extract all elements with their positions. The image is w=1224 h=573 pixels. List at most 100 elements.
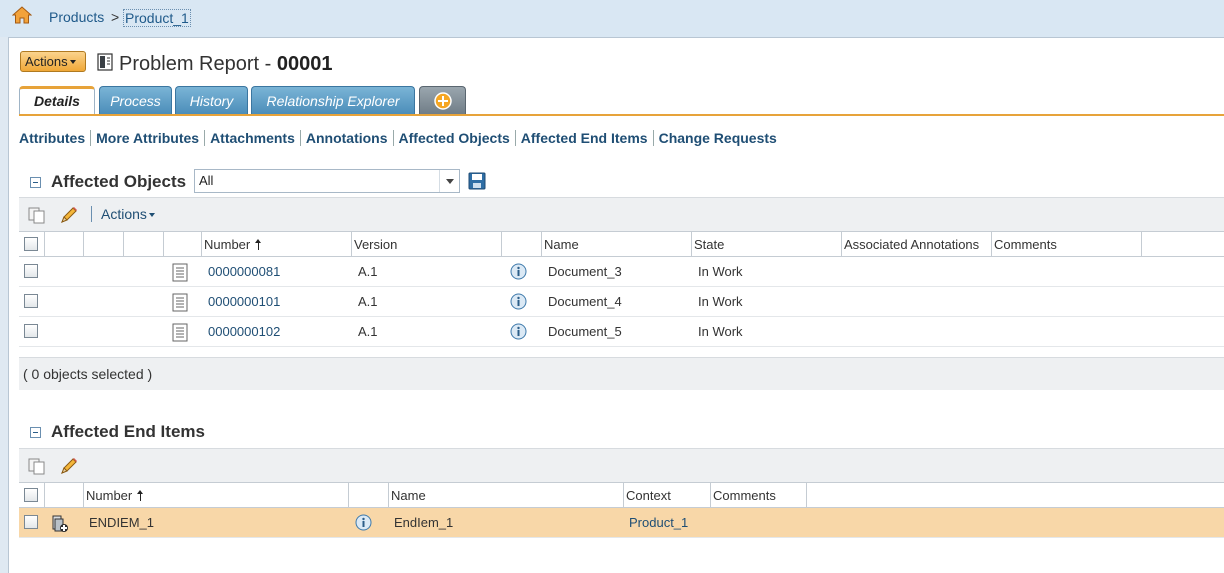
- affected-end-items-toolbar: [19, 448, 1224, 482]
- nav-change-requests[interactable]: Change Requests: [654, 130, 782, 146]
- header-version[interactable]: Version: [352, 232, 502, 258]
- row-version: A.1: [358, 264, 378, 279]
- row-version: A.1: [358, 324, 378, 339]
- nav-affected-end-items[interactable]: Affected End Items: [515, 130, 654, 146]
- copy-icon[interactable]: [27, 456, 47, 476]
- header-col-blank: [84, 232, 124, 258]
- row-checkbox[interactable]: [24, 294, 38, 308]
- chevron-down-icon: [148, 213, 155, 218]
- chevron-down-icon: [69, 60, 76, 65]
- header-number[interactable]: Number: [84, 483, 349, 509]
- actions-menu-button[interactable]: Actions: [20, 51, 86, 72]
- toolbar-divider: [91, 206, 92, 222]
- header-select-all-cell: [19, 483, 45, 509]
- dropdown-arrow-icon[interactable]: [439, 170, 459, 192]
- info-icon[interactable]: [355, 514, 372, 531]
- row-state: In Work: [698, 264, 743, 279]
- document-icon: [172, 323, 188, 342]
- header-name[interactable]: Name: [542, 232, 692, 258]
- edit-pencil-icon[interactable]: [59, 205, 79, 225]
- row-number[interactable]: ENDIEM_1: [89, 508, 154, 538]
- row-number[interactable]: 0000000081: [208, 257, 280, 287]
- tab-details[interactable]: Details: [19, 86, 95, 116]
- breadcrumb-separator: >: [111, 9, 120, 25]
- home-icon[interactable]: [12, 6, 32, 24]
- table-header: Number Version Name State Associated Ann…: [19, 231, 1224, 258]
- header-col-blank: [349, 483, 389, 509]
- selection-status: ( 0 objects selected ): [19, 357, 1224, 390]
- breadcrumb-bar: Products > Product_1: [0, 0, 1224, 37]
- document-icon: [172, 293, 188, 312]
- info-icon[interactable]: [510, 263, 527, 280]
- affected-objects-title: Affected Objects: [51, 172, 187, 191]
- tab-add[interactable]: [419, 86, 466, 115]
- nav-annotations[interactable]: Annotations: [300, 130, 394, 146]
- header-number[interactable]: Number: [202, 232, 352, 258]
- row-number[interactable]: 0000000101: [208, 287, 280, 317]
- row-checkbox[interactable]: [24, 264, 38, 278]
- info-icon[interactable]: [510, 293, 527, 310]
- section-nav: Attributes More Attributes Attachments Anno…: [19, 130, 782, 148]
- row-state: In Work: [698, 324, 743, 339]
- header-col-blank: [45, 483, 84, 509]
- collapse-affected-end-items-icon[interactable]: [30, 427, 41, 438]
- table-row[interactable]: 0000000101 A.1 Document_4 In Work: [19, 287, 1224, 317]
- affected-objects-toolbar: Actions: [19, 197, 1224, 231]
- tab-underline: [19, 114, 1224, 116]
- problem-report-icon: [97, 53, 113, 71]
- header-col-blank: [124, 232, 164, 258]
- header-state[interactable]: State: [692, 232, 842, 258]
- header-col-blank: [45, 232, 84, 258]
- add-tab-icon: [433, 92, 452, 110]
- header-number-label: Number: [204, 237, 251, 252]
- row-checkbox[interactable]: [24, 324, 38, 338]
- header-name[interactable]: Name: [389, 483, 624, 509]
- row-name: Document_5: [548, 324, 622, 339]
- actions-label: Actions: [25, 53, 68, 69]
- page-title-prefix: Problem Report -: [119, 53, 277, 75]
- row-name: EndIem_1: [394, 515, 454, 530]
- header-comments[interactable]: Comments: [711, 483, 807, 509]
- tab-history[interactable]: History: [175, 86, 248, 115]
- header-comments[interactable]: Comments: [992, 232, 1142, 258]
- nav-attachments[interactable]: Attachments: [205, 130, 301, 146]
- filter-value: All: [199, 173, 214, 188]
- table-actions-menu[interactable]: Actions: [101, 206, 155, 222]
- copy-icon[interactable]: [27, 205, 47, 225]
- tab-relationship-explorer[interactable]: Relationship Explorer: [251, 86, 415, 115]
- info-icon[interactable]: [510, 323, 527, 340]
- table-actions-label: Actions: [101, 206, 147, 222]
- nav-attributes[interactable]: Attributes: [19, 130, 92, 146]
- end-item-icon: [52, 515, 68, 532]
- save-view-icon[interactable]: [468, 172, 486, 190]
- collapse-affected-objects-icon[interactable]: [30, 177, 41, 188]
- header-context[interactable]: Context: [624, 483, 711, 509]
- table-row[interactable]: 0000000081 A.1 Document_3 In Work: [19, 257, 1224, 287]
- header-associated-annotations[interactable]: Associated Annotations: [842, 232, 992, 258]
- nav-more-attributes[interactable]: More Attributes: [91, 130, 206, 146]
- page-title: Problem Report - 00001: [119, 53, 332, 76]
- select-all-checkbox[interactable]: [24, 237, 38, 251]
- row-name: Document_3: [548, 264, 622, 279]
- edit-pencil-icon[interactable]: [59, 456, 79, 476]
- row-number[interactable]: 0000000102: [208, 317, 280, 347]
- header-col-blank: [502, 232, 542, 258]
- breadcrumb-products[interactable]: Products: [49, 9, 104, 25]
- nav-affected-objects[interactable]: Affected Objects: [393, 130, 516, 146]
- breadcrumb-product[interactable]: Product_1: [123, 9, 191, 27]
- tab-process[interactable]: Process: [99, 86, 172, 115]
- sort-ascending-icon: [255, 239, 262, 250]
- table-header: Number Name Context Comments: [19, 482, 1224, 509]
- table-row[interactable]: 0000000102 A.1 Document_5 In Work: [19, 317, 1224, 347]
- affected-end-items-title: Affected End Items: [51, 422, 205, 441]
- row-checkbox[interactable]: [24, 515, 38, 529]
- row-context[interactable]: Product_1: [629, 508, 688, 538]
- header-col-blank: [164, 232, 202, 258]
- header-number-label: Number: [86, 488, 133, 503]
- affected-objects-filter-select[interactable]: All: [194, 169, 460, 193]
- header-select-all-cell: [19, 232, 45, 258]
- table-row[interactable]: ENDIEM_1 EndIem_1 Product_1: [19, 508, 1224, 538]
- row-state: In Work: [698, 294, 743, 309]
- select-all-checkbox[interactable]: [24, 488, 38, 502]
- document-icon: [172, 263, 188, 282]
